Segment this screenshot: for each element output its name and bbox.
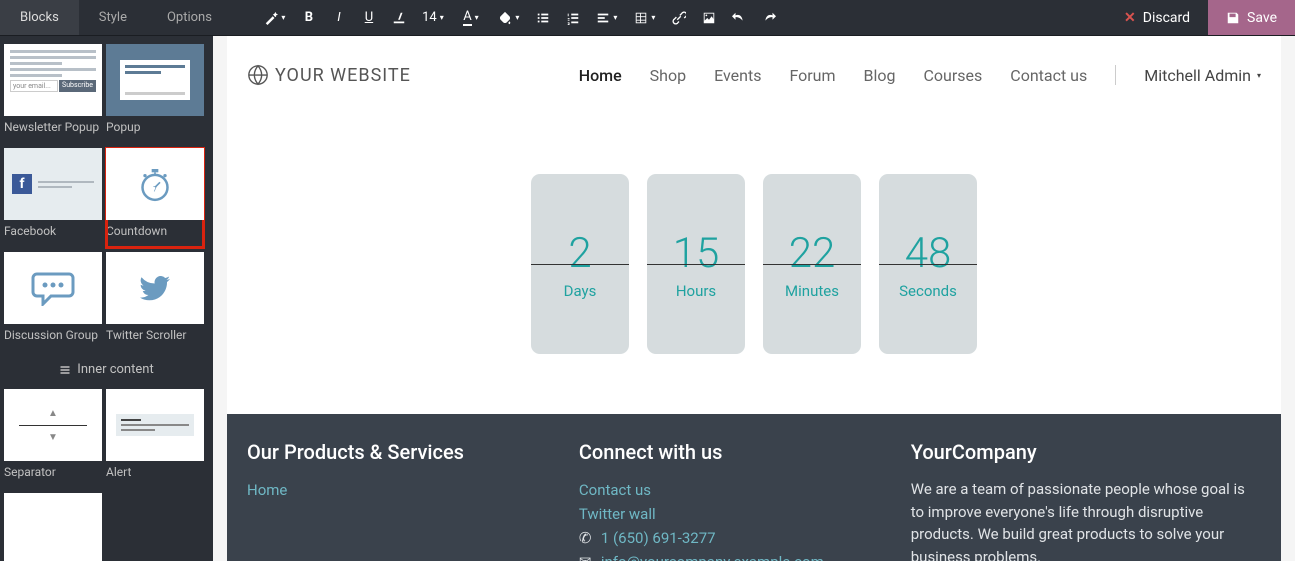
close-icon: ✕ [1124,10,1136,26]
countdown-number: 2 [568,229,591,278]
ul-button[interactable] [529,6,557,30]
block-newsletter[interactable]: your email...SubscribeNewsletter Popup [4,44,102,144]
block-label: Facebook [4,220,102,248]
block-label: Discussion Group [4,324,102,352]
block-label: Alert [106,461,204,489]
block-facebook[interactable]: fFacebook [4,148,102,248]
countdown-block[interactable]: 2 Days 15 Hours 22 Minutes 48 Seconds [227,114,1281,414]
font-color-button[interactable]: A▾ [453,6,489,30]
countdown-seconds: 48 Seconds [879,174,977,354]
email-icon: ✉ [579,550,593,561]
phone-icon: ✆ [579,526,593,550]
block-discussion[interactable]: Discussion Group [4,252,102,352]
sidebar-tabs: Blocks Style Options [0,0,232,35]
footer-heading: Connect with us [579,440,871,464]
countdown-label: Days [564,282,597,300]
tab-blocks[interactable]: Blocks [0,0,79,35]
block-label: Countdown [106,220,204,248]
nav-shop[interactable]: Shop [650,66,686,85]
link-button[interactable] [665,6,693,30]
nav-home[interactable]: Home [579,66,622,85]
bg-color-button[interactable]: ▾ [491,6,527,30]
footer-link-home[interactable]: Home [247,478,539,502]
nav-divider [1115,65,1116,85]
bold-button[interactable]: B [295,6,323,30]
blocks-sidebar: your email...SubscribeNewsletter PopupPo… [0,36,213,561]
site-footer: Our Products & Services Home Connect wit… [227,414,1281,561]
footer-link-twitter-wall[interactable]: Twitter wall [579,502,871,526]
countdown-number: 22 [789,229,836,278]
footer-heading: Our Products & Services [247,440,539,464]
section-inner-content: Inner content [4,352,209,389]
font-size-button[interactable]: 14▾ [415,6,451,30]
nav-courses[interactable]: Courses [924,66,983,85]
svg-text:7: 7 [153,185,157,194]
site-header: YOUR WEBSITE Home Shop Events Forum Blog Cour… [227,36,1281,114]
nav-blog[interactable]: Blog [864,66,896,85]
table-button[interactable]: ▾ [627,6,663,30]
underline-button[interactable]: U [355,6,383,30]
footer-text: We are a team of passionate people whose… [911,478,1261,561]
align-button[interactable]: ▾ [589,6,625,30]
block-label: Popup [106,116,204,144]
footer-col-products: Our Products & Services Home [247,440,539,561]
block-alert[interactable]: Alert [106,389,204,489]
footer-link-contact[interactable]: Contact us [579,478,871,502]
block-popup[interactable]: Popup [106,44,204,144]
nav-events[interactable]: Events [714,66,761,85]
clear-format-button[interactable] [385,6,413,30]
block-label: Separator [4,461,102,489]
block-label: Twitter Scroller [106,324,204,352]
tab-options[interactable]: Options [147,0,232,35]
ol-button[interactable] [559,6,587,30]
nav-contact-us[interactable]: Contact us [1010,66,1087,85]
footer-email[interactable]: info@yourcompany.example.com [601,550,824,561]
magic-wand-button[interactable]: ▾ [257,6,293,30]
countdown-label: Minutes [785,282,839,300]
save-button[interactable]: Save [1208,0,1295,35]
nav-forum[interactable]: Forum [789,66,835,85]
footer-col-connect: Connect with us Contact us Twitter wall … [579,440,871,561]
countdown-label: Hours [676,282,716,300]
block-twitter[interactable]: Twitter Scroller [106,252,204,352]
globe-icon [247,64,269,86]
website-canvas: YOUR WEBSITE Home Shop Events Forum Blog Cour… [213,36,1295,561]
italic-button[interactable]: I [325,6,353,30]
countdown-label: Seconds [899,282,957,300]
countdown-days: 2 Days [531,174,629,354]
block-label: Newsletter Popup [4,116,102,144]
redo-button[interactable] [755,6,783,30]
countdown-number: 48 [905,229,952,278]
undo-button[interactable] [725,6,753,30]
editor-topbar: Blocks Style Options ▾ B I U 14▾ A▾ ▾ ▾ … [0,0,1295,36]
footer-col-company: YourCompany We are a team of passionate … [911,440,1261,561]
tab-style[interactable]: Style [79,0,147,35]
image-button[interactable] [695,6,723,30]
block-separator[interactable]: ▲▼Separator [4,389,102,489]
user-menu[interactable]: Mitchell Admin▾ [1144,66,1261,85]
countdown-minutes: 22 Minutes [763,174,861,354]
countdown-hours: 15 Hours [647,174,745,354]
block-countdown[interactable]: 7 Countdown [106,148,204,248]
chevron-down-icon: ▾ [1257,71,1261,80]
discard-button[interactable]: ✕Discard [1106,0,1208,35]
countdown-number: 15 [673,229,720,278]
site-brand[interactable]: YOUR WEBSITE [247,64,411,86]
format-toolbar: ▾ B I U 14▾ A▾ ▾ ▾ ▾ [257,6,1106,30]
save-icon [1226,11,1240,25]
footer-heading: YourCompany [911,440,1261,464]
list-icon [59,364,71,376]
footer-phone[interactable]: 1 (650) 691-3277 [601,526,716,550]
